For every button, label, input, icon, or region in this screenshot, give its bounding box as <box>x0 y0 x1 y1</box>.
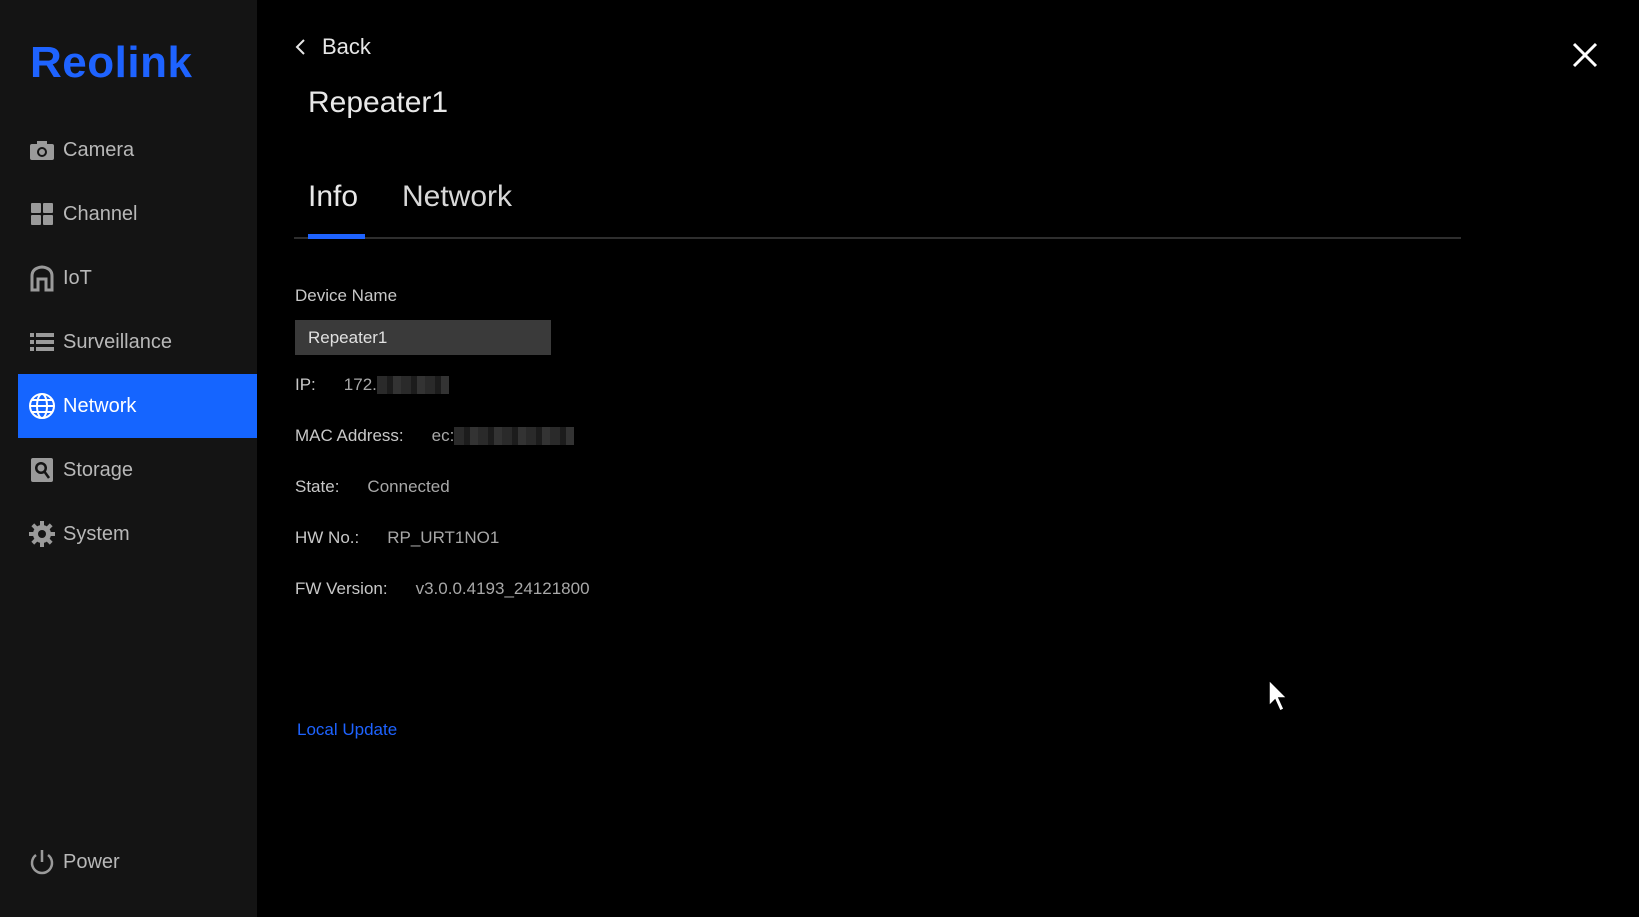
fw-label: FW Version: <box>295 579 388 598</box>
power-label: Power <box>63 850 120 873</box>
mac-value: ec: <box>431 426 455 445</box>
fw-row: FW Version: v3.0.0.4193_24121800 <box>295 579 590 599</box>
chevron-left-icon <box>295 39 305 55</box>
hw-row: HW No.: RP_URT1NO1 <box>295 528 499 548</box>
sidebar-item-channel[interactable]: Channel <box>18 182 257 246</box>
sidebar-item-surveillance[interactable]: Surveillance <box>18 310 257 374</box>
camera-icon <box>28 136 56 164</box>
mac-row: MAC Address: ec: <box>295 426 575 446</box>
grid-icon <box>28 200 56 228</box>
sidebar-item-label: IoT <box>63 266 92 289</box>
sidebar-item-label: Surveillance <box>63 330 172 353</box>
close-button[interactable] <box>1570 40 1600 70</box>
local-update-link[interactable]: Local Update <box>297 720 397 740</box>
sidebar-item-label: System <box>63 522 130 545</box>
close-icon <box>1572 42 1598 68</box>
page-title: Repeater1 <box>308 86 449 119</box>
state-row: State: Connected <box>295 477 450 497</box>
active-tab-indicator <box>308 234 365 239</box>
sidebar-item-iot[interactable]: IoT <box>18 246 257 310</box>
hdd-icon <box>28 456 56 484</box>
gear-icon <box>28 520 56 548</box>
app-window: Reolink Camera Channel IoT Surveillance … <box>0 0 1639 917</box>
tab-bar: Info Network <box>294 180 1461 239</box>
list-icon <box>28 328 56 356</box>
tab-network[interactable]: Network <box>402 180 512 237</box>
state-value: Connected <box>367 477 450 496</box>
back-label: Back <box>322 34 371 59</box>
sidebar-item-label: Channel <box>63 202 138 225</box>
sidebar-nav: Camera Channel IoT Surveillance Network … <box>18 118 257 566</box>
hw-value: RP_URT1NO1 <box>387 528 500 547</box>
sidebar-item-label: Storage <box>63 458 134 481</box>
sidebar-item-system[interactable]: System <box>18 502 257 566</box>
sidebar-item-camera[interactable]: Camera <box>18 118 257 182</box>
device-name-label: Device Name <box>295 286 398 305</box>
ip-value: 172. <box>343 375 377 394</box>
sidebar: Reolink Camera Channel IoT Surveillance … <box>0 0 257 917</box>
redacted-mac <box>454 427 575 445</box>
mouse-cursor-icon <box>1268 678 1289 713</box>
back-button[interactable]: Back <box>294 34 371 60</box>
home-icon <box>28 264 56 292</box>
sidebar-item-label: Camera <box>63 138 135 161</box>
device-name-input[interactable] <box>295 320 551 355</box>
state-label: State: <box>295 477 340 496</box>
fw-value: v3.0.0.4193_24121800 <box>415 579 590 598</box>
hw-label: HW No.: <box>295 528 360 547</box>
sidebar-item-label: Network <box>63 394 137 417</box>
sidebar-item-storage[interactable]: Storage <box>18 438 257 502</box>
power-button[interactable]: Power <box>28 848 120 876</box>
reolink-logo: Reolink <box>30 38 193 87</box>
sidebar-item-network[interactable]: Network <box>18 374 257 438</box>
ip-row: IP: 172. <box>295 375 449 395</box>
redacted-ip <box>376 376 449 394</box>
tab-info[interactable]: Info <box>308 180 358 237</box>
power-icon <box>28 848 56 876</box>
mac-label: MAC Address: <box>295 426 404 445</box>
ip-label: IP: <box>295 375 316 394</box>
globe-icon <box>28 392 56 420</box>
